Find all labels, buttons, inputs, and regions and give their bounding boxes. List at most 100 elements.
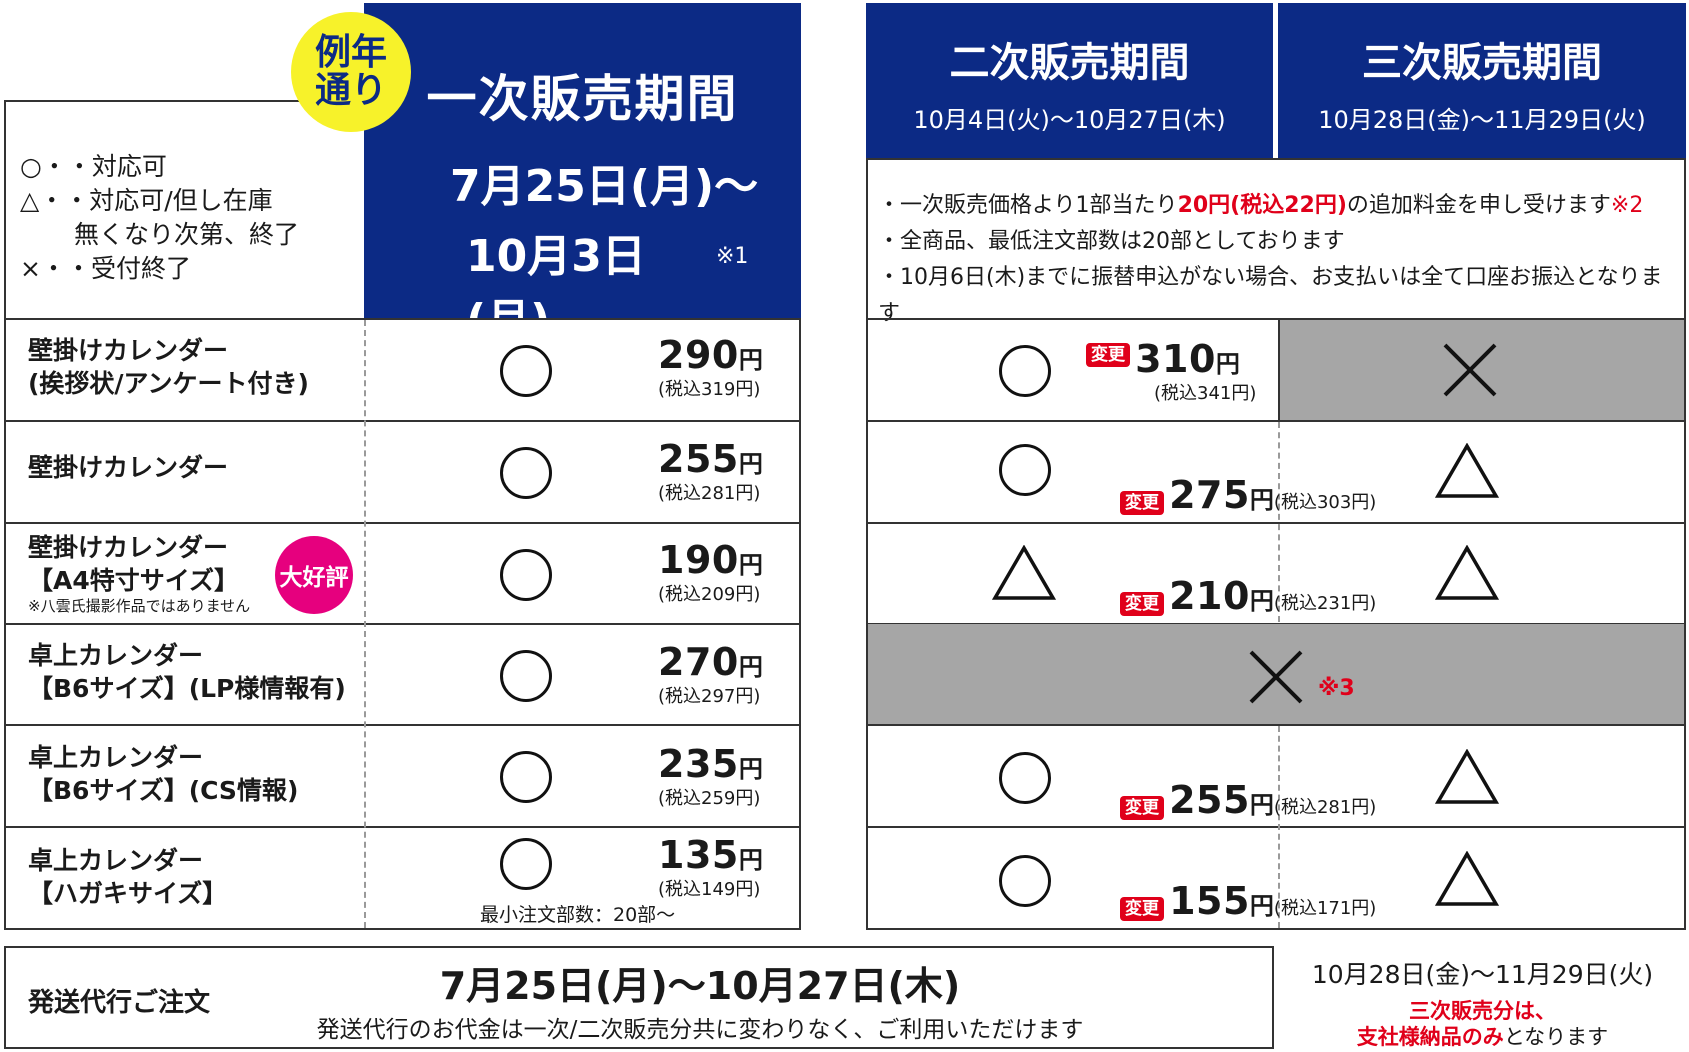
price-value: 210 xyxy=(1169,574,1250,618)
limited-triangle-icon xyxy=(1435,545,1499,600)
legend: ○・・対応可 △・・対応可/但し在庫 無くなり次第、終了 ×・・受付終了 xyxy=(20,150,299,286)
price-tax: (税込231円) xyxy=(1273,593,1377,614)
available-circle-icon xyxy=(999,855,1051,907)
closed-cross-icon xyxy=(1443,343,1497,397)
product-name-line1: 卓上カレンダー xyxy=(28,846,204,875)
product-name-line1: 壁掛けカレンダー xyxy=(28,533,229,562)
product-name-5: 卓上カレンダー 【B6サイズ】(CS情報) xyxy=(28,742,298,807)
available-circle-icon xyxy=(999,444,1051,496)
shipping-dates: 7月25日(月)～10月27日(木) xyxy=(439,964,961,1008)
third-period-dates: 10月28日(金)～11月29日(火) xyxy=(1318,106,1646,134)
cross-note: ※3 xyxy=(1318,676,1355,701)
price-value: 255 xyxy=(658,437,739,481)
price-tax: (税込171円) xyxy=(1273,898,1377,919)
change-badge: 変更 xyxy=(1120,491,1164,515)
price-value: 255 xyxy=(1169,778,1250,822)
limited-triangle-icon xyxy=(992,545,1056,600)
row-divider xyxy=(4,420,801,422)
price-tax: (税込209円) xyxy=(658,584,761,605)
yen-unit: 円 xyxy=(738,755,763,783)
price-value: 235 xyxy=(658,742,739,786)
price-tax: (税込149円) xyxy=(658,879,761,900)
yen-unit: 円 xyxy=(738,346,763,374)
product-name-3: 壁掛けカレンダー 【A4特寸サイズ】 ※八雲氏撮影作品ではありません xyxy=(28,532,250,615)
third-period-title: 三次販売期間 xyxy=(1362,40,1602,86)
price-tax: (税込281円) xyxy=(658,483,761,504)
legend-limited-2: 無くなり次第、終了 xyxy=(74,220,300,249)
yen-unit: 円 xyxy=(738,551,763,579)
row-divider xyxy=(4,522,801,524)
yen-unit: 円 xyxy=(1215,350,1240,378)
price-value: 135 xyxy=(658,833,739,877)
price-value: 290 xyxy=(658,333,739,377)
note-text: ・一次販売価格より1部当たり xyxy=(878,193,1178,218)
price-tax: (税込281円) xyxy=(1273,797,1377,818)
note-text: の追加料金を申し受けます xyxy=(1346,193,1611,218)
product-name-line2: 【B6サイズ】(LP様情報有) xyxy=(28,673,346,703)
product-name-6: 卓上カレンダー 【ハガキサイズ】 xyxy=(28,845,227,910)
price-value: 310 xyxy=(1135,337,1216,381)
legend-ok: ○・・対応可 xyxy=(20,152,167,181)
available-circle-icon xyxy=(500,650,552,702)
yen-unit: 円 xyxy=(1249,791,1274,819)
available-circle-icon xyxy=(500,345,552,397)
note-line-2: ・全商品、最低注文部数は20部としております xyxy=(878,229,1345,254)
note-mark: ※2 xyxy=(1610,193,1644,218)
popular-badge: 大好評 xyxy=(275,536,353,614)
product-name-line1: 卓上カレンダー xyxy=(28,743,204,772)
price-tax: (税込297円) xyxy=(658,686,761,707)
price-value: 270 xyxy=(658,640,739,684)
row-divider xyxy=(4,826,801,828)
second-period-dates: 10月4日(火)～10月27日(木) xyxy=(913,106,1226,134)
notes: ・一次販売価格より1部当たり20円(税込22円)の追加料金を申し受けます※2 ・… xyxy=(878,188,1678,332)
second-period-title: 二次販売期間 xyxy=(949,40,1190,86)
third-shipping-dates: 10月28日(金)～11月29日(火) xyxy=(1311,960,1654,989)
product-name-line2: 【B6サイズ】(CS情報) xyxy=(28,775,299,805)
note-line-1: ・一次販売価格より1部当たり20円(税込22円)の追加料金を申し受けます※2 xyxy=(878,188,1678,224)
min-order-note: 最小注文部数：20部～ xyxy=(480,904,676,926)
change-badge: 変更 xyxy=(1086,343,1130,367)
first-price-6: 135円 (税込149円) xyxy=(658,836,778,901)
row-divider xyxy=(866,522,1686,524)
limited-triangle-icon xyxy=(1435,851,1499,906)
price-tax: (税込259円) xyxy=(658,788,761,809)
third-shipping-tail: となります xyxy=(1503,1025,1609,1049)
product-name-line2: (挨拶状/アンケート付き) xyxy=(28,368,309,398)
first-period-title: 一次販売期間 xyxy=(426,70,739,128)
usual-badge-line1: 例年 xyxy=(314,32,387,74)
row-divider xyxy=(866,420,1686,422)
legend-limited: △・・対応可/但し在庫 xyxy=(20,186,273,215)
yen-unit: 円 xyxy=(738,653,763,681)
second-price-5: 変更 255円(税込281円) xyxy=(1120,781,1376,820)
yen-unit: 円 xyxy=(738,450,763,478)
first-price-5: 235円 (税込259円) xyxy=(658,745,778,810)
available-circle-icon xyxy=(500,447,552,499)
usual-badge-line2: 通り xyxy=(314,70,387,111)
yen-unit: 円 xyxy=(738,846,763,874)
product-name-2: 壁掛けカレンダー xyxy=(28,453,229,482)
row-divider xyxy=(4,724,801,726)
first-price-3: 190円 (税込209円) xyxy=(658,541,778,606)
price-value: 155 xyxy=(1169,879,1250,923)
third-shipping-highlight: 支社様納品のみ xyxy=(1356,1025,1504,1049)
second-price-6: 変更 155円(税込171円) xyxy=(1120,882,1376,921)
price-tax: (税込303円) xyxy=(1273,492,1377,513)
product-name-line1: 卓上カレンダー xyxy=(28,641,204,670)
column-divider xyxy=(364,320,366,928)
available-circle-icon xyxy=(500,751,552,803)
note-highlight: 20円(税込22円) xyxy=(1177,193,1347,218)
second-price-3: 変更 210円(税込231円) xyxy=(1120,577,1376,616)
price-value: 275 xyxy=(1169,473,1250,517)
price-value: 190 xyxy=(658,538,739,582)
change-badge: 変更 xyxy=(1120,592,1164,616)
first-period-date-1: 7月25日(月)～ xyxy=(450,161,759,212)
yen-unit: 円 xyxy=(1249,486,1274,514)
first-price-1: 290円 (税込319円) xyxy=(658,336,778,401)
row-divider xyxy=(866,724,1686,726)
product-name-line2: 【ハガキサイズ】 xyxy=(28,878,228,908)
product-name-line2: 【A4特寸サイズ】 xyxy=(28,565,239,595)
available-circle-icon xyxy=(500,549,552,601)
limited-triangle-icon xyxy=(1435,443,1499,498)
change-badge: 変更 xyxy=(1120,897,1164,921)
available-circle-icon xyxy=(500,838,552,890)
